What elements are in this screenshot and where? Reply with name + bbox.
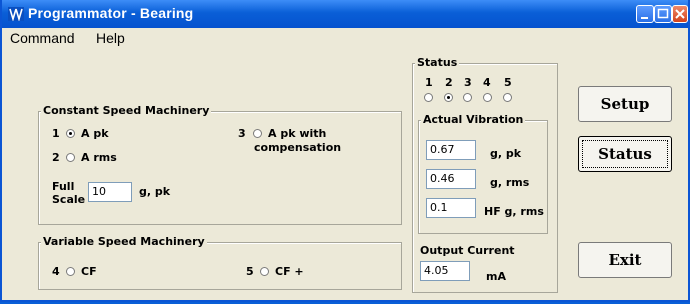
actual-vibration-title: Actual Vibration: [421, 113, 526, 126]
status-number-4: 4: [483, 76, 491, 89]
option-2-number: 2: [52, 151, 60, 164]
status-number-3: 3: [464, 76, 472, 89]
minimize-icon: [641, 17, 648, 19]
full-scale-input[interactable]: 10: [88, 182, 132, 202]
option-3-radio[interactable]: [253, 129, 262, 138]
option-5-label: CF +: [275, 265, 304, 278]
vibration-pk-field[interactable]: 0.67: [426, 140, 476, 160]
vibration-rms-field[interactable]: 0.46: [426, 169, 476, 189]
setup-button[interactable]: Setup: [578, 86, 672, 122]
close-button[interactable]: [672, 5, 688, 23]
status-number-5: 5: [504, 76, 512, 89]
menu-bar: Command Help: [2, 28, 688, 48]
status-title: Status: [415, 56, 460, 69]
vibration-pk-unit: g, pk: [490, 147, 522, 160]
output-current-field[interactable]: 4.05: [420, 261, 470, 281]
close-icon: [675, 9, 685, 19]
status-radio-2[interactable]: [444, 93, 453, 102]
constant-speed-title: Constant Speed Machinery: [41, 104, 212, 117]
minimize-button[interactable]: [636, 5, 654, 23]
menu-help[interactable]: Help: [96, 30, 125, 46]
option-1-number: 1: [52, 127, 60, 140]
output-current-unit: mA: [486, 270, 506, 283]
option-3-label-line2: compensation: [254, 141, 342, 154]
main-window: Programmator - Bearing Command Help Cons…: [0, 0, 690, 302]
exit-button-label: Exit: [608, 251, 642, 269]
status-radio-3[interactable]: [463, 93, 472, 102]
vibration-hf-unit: HF g, rms: [484, 205, 544, 218]
status-button[interactable]: Status: [578, 136, 672, 172]
status-radio-5[interactable]: [503, 93, 512, 102]
full-scale-label-line2: Scale: [52, 193, 86, 206]
window-title: Programmator - Bearing: [28, 5, 194, 21]
maximize-button[interactable]: [654, 5, 672, 23]
status-button-focus-ring: [582, 140, 668, 168]
full-scale-unit: g, pk: [139, 185, 171, 198]
option-1-radio[interactable]: [66, 129, 75, 138]
status-radio-1[interactable]: [424, 93, 433, 102]
option-1-label: A pk: [81, 127, 109, 140]
title-bar[interactable]: Programmator - Bearing: [2, 0, 688, 28]
vibration-rms-unit: g, rms: [490, 176, 530, 189]
option-4-radio[interactable]: [66, 267, 75, 276]
option-5-number: 5: [246, 265, 254, 278]
full-scale-label-line1: Full: [52, 180, 75, 193]
menu-command[interactable]: Command: [10, 30, 75, 46]
option-3-number: 3: [238, 127, 246, 140]
app-logo-icon: [8, 7, 24, 21]
status-number-1: 1: [425, 76, 433, 89]
option-3-label-line1: A pk with: [268, 127, 327, 140]
vibration-hf-field[interactable]: 0.1: [426, 198, 476, 218]
status-number-2: 2: [445, 76, 453, 89]
maximize-icon: [657, 8, 669, 19]
option-4-number: 4: [52, 265, 60, 278]
option-2-label: A rms: [81, 151, 117, 164]
exit-button[interactable]: Exit: [578, 242, 672, 278]
option-4-label: CF: [81, 265, 97, 278]
option-2-radio[interactable]: [66, 153, 75, 162]
option-5-radio[interactable]: [260, 267, 269, 276]
output-current-title: Output Current: [420, 244, 515, 257]
setup-button-label: Setup: [600, 95, 650, 113]
variable-speed-title: Variable Speed Machinery: [41, 235, 207, 248]
status-radio-4[interactable]: [483, 93, 492, 102]
